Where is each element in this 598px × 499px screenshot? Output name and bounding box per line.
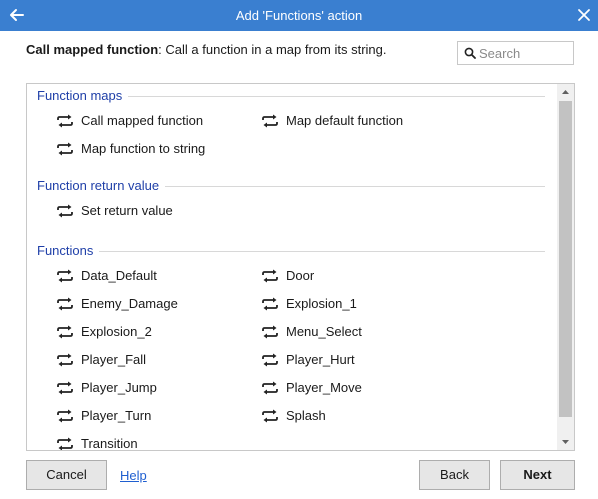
back-button[interactable]: Back (419, 460, 490, 490)
repeat-arrows-icon (57, 142, 73, 156)
repeat-arrows-icon (262, 381, 278, 395)
action-list[interactable]: Function maps Call mapped function Map def… (26, 83, 575, 451)
action-item-label: Player_Hurt (286, 352, 355, 367)
action-item-label: Set return value (81, 203, 173, 218)
action-item-label: Call mapped function (81, 113, 204, 128)
repeat-arrows-icon (57, 381, 73, 395)
repeat-arrows-icon (262, 297, 278, 311)
repeat-arrows-icon (262, 269, 278, 283)
group-header: Function return value (37, 178, 160, 193)
search-box[interactable] (457, 41, 574, 65)
action-item-label: Explosion_2 (81, 324, 152, 339)
repeat-arrows-icon (57, 114, 73, 128)
action-item-label: Map function to string (81, 141, 206, 156)
group-divider (128, 96, 545, 97)
repeat-arrows-icon (57, 409, 73, 423)
action-name: Call mapped function (26, 42, 159, 57)
repeat-arrows-icon (262, 353, 278, 367)
action-item-label: Player_Turn (81, 408, 152, 423)
scroll-up-icon[interactable] (557, 84, 574, 100)
search-input[interactable] (479, 44, 571, 62)
vertical-scrollbar[interactable] (557, 84, 574, 450)
action-item-label: Menu_Select (286, 324, 362, 339)
action-item-label: Enemy_Damage (81, 296, 178, 311)
action-item-label: Player_Jump (81, 380, 157, 395)
group-header: Function maps (37, 88, 123, 103)
cancel-button[interactable]: Cancel (26, 460, 107, 490)
action-item-label: Explosion_1 (286, 296, 357, 311)
action-item-label: Map default function (286, 113, 404, 128)
group-divider (165, 186, 545, 187)
action-item-label: Player_Fall (81, 352, 147, 367)
group-divider (99, 251, 545, 252)
repeat-arrows-icon (57, 297, 73, 311)
action-item-label: Transition (81, 436, 138, 451)
next-button[interactable]: Next (500, 460, 575, 490)
group-header: Functions (37, 243, 94, 258)
repeat-arrows-icon (57, 204, 73, 218)
repeat-arrows-icon (262, 325, 278, 339)
title-bar: Add 'Functions' action (0, 0, 598, 31)
repeat-arrows-icon (57, 269, 73, 283)
repeat-arrows-icon (57, 325, 73, 339)
action-item-label: Splash (286, 408, 326, 423)
scroll-down-icon[interactable] (557, 434, 574, 450)
repeat-arrows-icon (57, 437, 73, 450)
action-item-label: Player_Move (286, 380, 362, 395)
repeat-arrows-icon (262, 409, 278, 423)
action-item-label: Door (286, 268, 315, 283)
window-title: Add 'Functions' action (235, 8, 363, 23)
repeat-arrows-icon (262, 114, 278, 128)
scrollbar-thumb[interactable] (559, 101, 572, 417)
action-description: Call mapped function: Call a function in… (26, 42, 386, 57)
search-icon (464, 47, 476, 59)
action-description-text: : Call a function in a map from its stri… (158, 42, 387, 57)
help-link[interactable]: Help (120, 468, 147, 483)
action-item-label: Data_Default (81, 268, 157, 283)
close-icon[interactable] (574, 5, 594, 25)
repeat-arrows-icon (57, 353, 73, 367)
